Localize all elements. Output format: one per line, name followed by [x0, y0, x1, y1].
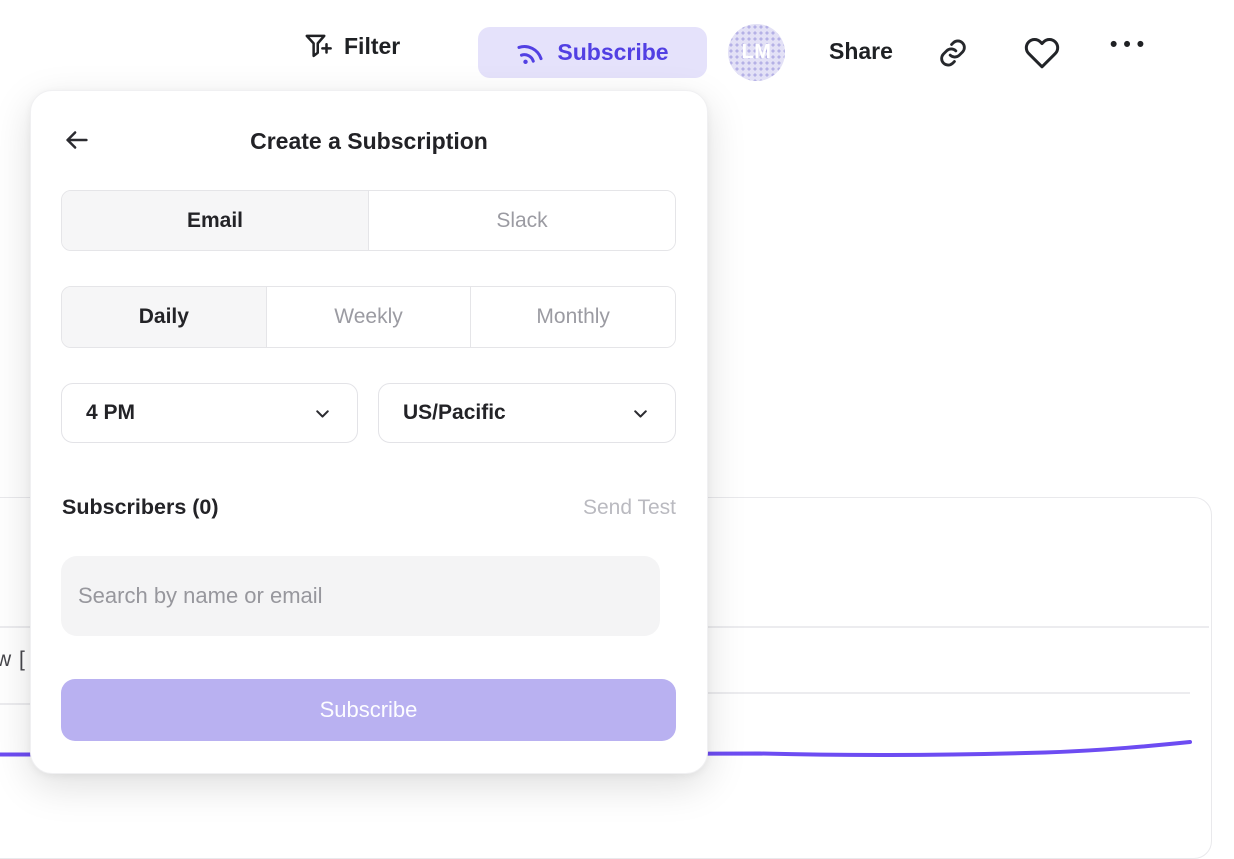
- frequency-tab-group: Daily Weekly Monthly: [61, 286, 676, 348]
- subscribe-toolbar-label: Subscribe: [557, 39, 668, 66]
- tab-weekly-label: Weekly: [334, 305, 402, 329]
- tab-slack-label: Slack: [496, 209, 547, 233]
- chart-gridline: [0, 703, 32, 705]
- ellipsis-icon: •••: [1110, 33, 1150, 57]
- filter-button[interactable]: Filter: [303, 30, 400, 63]
- avatar-initials: LM: [742, 41, 772, 64]
- tab-slack[interactable]: Slack: [368, 191, 675, 250]
- chevron-down-icon: [312, 403, 333, 424]
- create-subscription-modal: Create a Subscription Email Slack Daily …: [30, 90, 708, 774]
- favorite-button[interactable]: [1024, 35, 1060, 71]
- subscribe-submit-button[interactable]: Subscribe: [61, 679, 676, 741]
- time-select[interactable]: 4 PM: [61, 383, 358, 443]
- tab-monthly-label: Monthly: [536, 305, 610, 329]
- more-menu-button[interactable]: •••: [1110, 33, 1150, 57]
- tab-weekly[interactable]: Weekly: [266, 287, 471, 347]
- channel-tab-group: Email Slack: [61, 190, 676, 251]
- tab-daily-label: Daily: [139, 305, 189, 329]
- avatar[interactable]: LM: [728, 24, 785, 81]
- timezone-select-value: US/Pacific: [403, 401, 506, 425]
- filter-plus-icon: [303, 30, 333, 63]
- link-icon: [936, 36, 970, 70]
- share-label: Share: [829, 38, 893, 65]
- chevron-down-icon: [630, 403, 651, 424]
- time-select-value: 4 PM: [86, 401, 135, 425]
- filter-label: Filter: [344, 33, 400, 60]
- heart-icon: [1024, 35, 1060, 71]
- rss-icon: [513, 35, 548, 70]
- subscribers-count-label: Subscribers (0): [62, 495, 219, 520]
- share-button[interactable]: Share: [829, 38, 893, 65]
- chart-gridline: [706, 692, 1190, 694]
- tab-email[interactable]: Email: [62, 191, 368, 250]
- modal-title: Create a Subscription: [31, 128, 707, 155]
- subscriber-search-input[interactable]: [61, 556, 660, 636]
- copy-link-button[interactable]: [936, 36, 970, 70]
- timezone-select[interactable]: US/Pacific: [378, 383, 676, 443]
- send-test-button[interactable]: Send Test: [583, 496, 676, 520]
- tab-monthly[interactable]: Monthly: [470, 287, 675, 347]
- tab-email-label: Email: [187, 209, 243, 233]
- subscribe-toolbar-button[interactable]: Subscribe: [478, 27, 707, 78]
- background-text-fragment: w [: [0, 648, 26, 672]
- tab-daily[interactable]: Daily: [62, 287, 266, 347]
